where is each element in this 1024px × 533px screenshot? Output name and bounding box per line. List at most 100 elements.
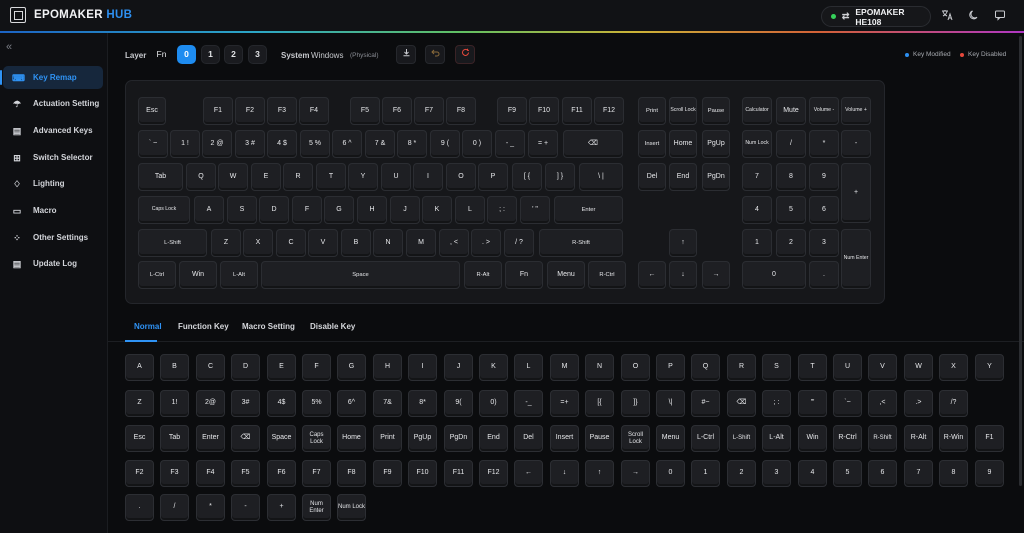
sidebar-item-other-settings[interactable]: ⁘ Other Settings bbox=[3, 226, 103, 249]
picker-key[interactable]: V bbox=[868, 354, 897, 381]
picker-key[interactable]: X bbox=[939, 354, 968, 381]
keyboard-key[interactable]: F11 bbox=[562, 97, 592, 125]
keyboard-key[interactable]: - _ bbox=[495, 130, 525, 158]
picker-key[interactable]: Space bbox=[267, 425, 296, 452]
picker-key[interactable]: ↑ bbox=[585, 460, 614, 487]
picker-key[interactable]: Num Enter bbox=[302, 494, 331, 521]
picker-key[interactable]: U bbox=[833, 354, 862, 381]
keyboard-key[interactable]: K bbox=[422, 196, 452, 224]
picker-key[interactable]: O bbox=[621, 354, 650, 381]
keyboard-key[interactable]: L-Alt bbox=[220, 261, 258, 289]
keyboard-key[interactable]: Num Lock bbox=[742, 130, 772, 158]
keyboard-key[interactable]: Pause bbox=[702, 97, 730, 125]
picker-key[interactable]: → bbox=[621, 460, 650, 487]
layer-fn-button[interactable]: Fn bbox=[152, 45, 171, 64]
picker-key[interactable]: Enter bbox=[196, 425, 225, 452]
picker-key[interactable]: J bbox=[444, 354, 473, 381]
picker-key[interactable]: Z bbox=[125, 390, 154, 417]
keyboard-key[interactable]: E bbox=[251, 163, 281, 191]
keyboard-key[interactable]: L bbox=[455, 196, 485, 224]
picker-key[interactable]: Esc bbox=[125, 425, 154, 452]
picker-key[interactable]: 9( bbox=[444, 390, 473, 417]
picker-key[interactable]: F11 bbox=[444, 460, 473, 487]
keyboard-key[interactable]: F10 bbox=[529, 97, 559, 125]
scrollbar[interactable] bbox=[1019, 36, 1022, 486]
keyboard-key[interactable]: R-Alt bbox=[464, 261, 502, 289]
keyboard-key[interactable]: R-Shift bbox=[539, 229, 623, 257]
picker-key[interactable]: D bbox=[231, 354, 260, 381]
keyboard-key[interactable]: PgUp bbox=[702, 130, 730, 158]
picker-key[interactable]: PgUp bbox=[408, 425, 437, 452]
picker-key[interactable]: G bbox=[337, 354, 366, 381]
keyboard-key[interactable]: Mute bbox=[776, 97, 806, 125]
keyboard-key[interactable]: ← bbox=[638, 261, 666, 289]
picker-key[interactable]: 7 bbox=[904, 460, 933, 487]
tab-function-key[interactable]: Function Key bbox=[178, 322, 229, 331]
picker-key[interactable]: R-Win bbox=[939, 425, 968, 452]
keyboard-key[interactable]: 6 bbox=[809, 196, 839, 224]
keyboard-key[interactable]: U bbox=[381, 163, 411, 191]
picker-key[interactable]: I bbox=[408, 354, 437, 381]
picker-key[interactable]: Del bbox=[514, 425, 543, 452]
picker-key[interactable]: Insert bbox=[550, 425, 579, 452]
picker-key[interactable]: 6^ bbox=[337, 390, 366, 417]
picker-key[interactable]: H bbox=[373, 354, 402, 381]
picker-key[interactable]: 9 bbox=[975, 460, 1004, 487]
keyboard-key[interactable]: R-Ctrl bbox=[588, 261, 626, 289]
keyboard-key[interactable]: Win bbox=[179, 261, 217, 289]
picker-key[interactable]: P bbox=[656, 354, 685, 381]
picker-key[interactable]: Menu bbox=[656, 425, 685, 452]
keyboard-key[interactable]: W bbox=[218, 163, 248, 191]
device-selector[interactable]: ⇄ EPOMAKER HE108 bbox=[821, 6, 931, 27]
keyboard-key[interactable]: / bbox=[776, 130, 806, 158]
keyboard-key[interactable]: Num Enter bbox=[841, 229, 871, 289]
keyboard-key[interactable]: \ | bbox=[579, 163, 623, 191]
keyboard-key[interactable]: L-Ctrl bbox=[138, 261, 176, 289]
picker-key[interactable]: '" bbox=[798, 390, 827, 417]
picker-key[interactable]: Pause bbox=[585, 425, 614, 452]
picker-key[interactable]: Y bbox=[975, 354, 1004, 381]
picker-key[interactable]: ⌫ bbox=[231, 425, 260, 452]
keyboard-key[interactable]: 8 bbox=[776, 163, 806, 191]
picker-key[interactable]: ; : bbox=[762, 390, 791, 417]
picker-key[interactable]: R-Alt bbox=[904, 425, 933, 452]
undo-button[interactable] bbox=[425, 45, 445, 64]
keyboard-key[interactable]: ↓ bbox=[669, 261, 697, 289]
keyboard-key[interactable]: S bbox=[227, 196, 257, 224]
picker-key[interactable]: A bbox=[125, 354, 154, 381]
keyboard-key[interactable]: - bbox=[841, 130, 871, 158]
picker-key[interactable]: L bbox=[514, 354, 543, 381]
keyboard-key[interactable]: X bbox=[243, 229, 273, 257]
keyboard-key[interactable]: Insert bbox=[638, 130, 666, 158]
picker-key[interactable]: M bbox=[550, 354, 579, 381]
picker-key[interactable]: 0) bbox=[479, 390, 508, 417]
picker-key[interactable]: * bbox=[196, 494, 225, 521]
tab-disable-key[interactable]: Disable Key bbox=[310, 322, 355, 331]
keyboard-key[interactable]: [ { bbox=[512, 163, 542, 191]
keyboard-key[interactable]: B bbox=[341, 229, 371, 257]
picker-key[interactable]: #~ bbox=[691, 390, 720, 417]
picker-key[interactable]: . bbox=[125, 494, 154, 521]
layer-button-2[interactable]: 2 bbox=[224, 45, 243, 64]
moon-icon[interactable] bbox=[967, 9, 981, 23]
keyboard-key[interactable]: Tab bbox=[138, 163, 183, 191]
keyboard-key[interactable]: G bbox=[324, 196, 354, 224]
picker-key[interactable]: Win bbox=[798, 425, 827, 452]
keyboard-key[interactable]: Volume + bbox=[841, 97, 871, 125]
keyboard-key[interactable]: F6 bbox=[382, 97, 412, 125]
picker-key[interactable]: 4$ bbox=[267, 390, 296, 417]
keyboard-key[interactable]: C bbox=[276, 229, 306, 257]
picker-key[interactable]: 2@ bbox=[196, 390, 225, 417]
picker-key[interactable]: C bbox=[196, 354, 225, 381]
picker-key[interactable]: N bbox=[585, 354, 614, 381]
keyboard-key[interactable]: P bbox=[478, 163, 508, 191]
picker-key[interactable]: .> bbox=[904, 390, 933, 417]
picker-key[interactable]: Q bbox=[691, 354, 720, 381]
picker-key[interactable]: 1! bbox=[160, 390, 189, 417]
picker-key[interactable]: L-Shift bbox=[727, 425, 756, 452]
picker-key[interactable]: Print bbox=[373, 425, 402, 452]
picker-key[interactable]: 2 bbox=[727, 460, 756, 487]
picker-key[interactable]: F5 bbox=[231, 460, 260, 487]
keyboard-key[interactable]: 9 bbox=[809, 163, 839, 191]
picker-key[interactable]: PgDn bbox=[444, 425, 473, 452]
